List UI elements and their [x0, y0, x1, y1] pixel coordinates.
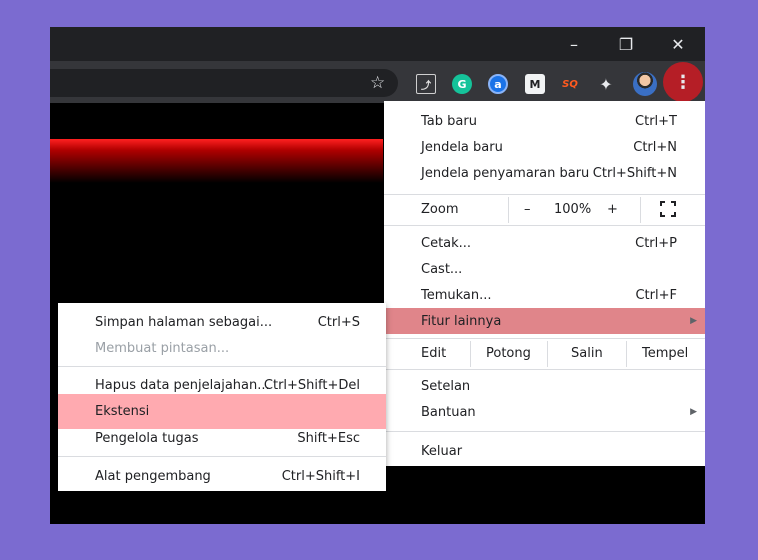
- menu-item-label: Pengelola tugas: [95, 430, 199, 446]
- menu-item-label: Temukan...: [421, 287, 492, 303]
- a-icon[interactable]: a: [488, 74, 508, 94]
- menu-item-incognito[interactable]: Jendela penyamaran baru Ctrl+Shift+N: [384, 160, 705, 186]
- menu-item-settings[interactable]: Setelan: [384, 373, 705, 399]
- menu-item-label: Hapus data penjelajahan...: [95, 377, 270, 393]
- menu-separator: [384, 369, 705, 370]
- divider: [626, 341, 627, 367]
- shortcut-label: Ctrl+F: [635, 287, 677, 303]
- menu-button[interactable]: ⋮: [663, 62, 703, 102]
- m-icon[interactable]: M: [525, 74, 545, 94]
- page-banner: [50, 139, 383, 183]
- close-button[interactable]: ✕: [655, 27, 701, 61]
- shortcut-label: Ctrl+Shift+N: [592, 165, 677, 181]
- divider: [470, 341, 471, 367]
- paste-button[interactable]: Tempel: [642, 346, 688, 361]
- fullscreen-icon[interactable]: [660, 201, 676, 217]
- menu-item-new-window[interactable]: Jendela baru Ctrl+N: [384, 134, 705, 160]
- menu-item-label: Cast...: [421, 261, 463, 277]
- menu-separator: [58, 366, 386, 367]
- shortcut-label: Ctrl+Shift+I: [281, 468, 360, 484]
- submenu-item-dev-tools[interactable]: Alat pengembang Ctrl+Shift+I: [58, 463, 386, 489]
- restore-button[interactable]: ❐: [603, 27, 649, 61]
- menu-item-label: Tab baru: [421, 113, 477, 129]
- divider: [640, 197, 641, 223]
- menu-item-label: Setelan: [421, 378, 471, 394]
- shortcut-label: Ctrl+N: [633, 139, 677, 155]
- cut-button[interactable]: Potong: [486, 346, 531, 361]
- edit-row: Edit Potong Salin Tempel: [384, 341, 705, 367]
- submenu-item-extensions[interactable]: Ekstensi: [58, 394, 386, 429]
- menu-item-label: Bantuan: [421, 404, 476, 420]
- grammarly-icon[interactable]: G: [452, 74, 472, 94]
- zoom-label: Zoom: [421, 202, 459, 217]
- menu-item-print[interactable]: Cetak... Ctrl+P: [384, 230, 705, 256]
- copy-button[interactable]: Salin: [571, 346, 603, 361]
- menu-item-help[interactable]: Bantuan ▶: [384, 399, 705, 425]
- menu-item-find[interactable]: Temukan... Ctrl+F: [384, 282, 705, 308]
- submenu-item-save-page[interactable]: Simpan halaman sebagai... Ctrl+S: [58, 309, 386, 335]
- menu-item-cast[interactable]: Cast...: [384, 256, 705, 282]
- menu-item-new-tab[interactable]: Tab baru Ctrl+T: [384, 108, 705, 134]
- shortcut-label: Ctrl+P: [635, 235, 677, 251]
- menu-item-label: Keluar: [421, 443, 463, 459]
- menu-separator: [384, 338, 705, 339]
- submenu-arrow-icon: ▶: [690, 316, 697, 326]
- shortcut-label: Ctrl+T: [635, 113, 677, 129]
- menu-item-label: Simpan halaman sebagai...: [95, 314, 273, 330]
- zoom-level: 100%: [554, 202, 592, 217]
- toolbar: ☆ ⤴ G a M SQ ✦ ⋮: [50, 61, 705, 103]
- more-tools-submenu: Simpan halaman sebagai... Ctrl+S Membuat…: [58, 303, 386, 491]
- pdf-icon[interactable]: ⤴: [416, 74, 436, 94]
- divider: [508, 197, 509, 223]
- menu-item-label: Jendela penyamaran baru: [421, 165, 590, 181]
- menu-item-label: Alat pengembang: [95, 468, 211, 484]
- bookmark-star-icon[interactable]: ☆: [370, 73, 385, 93]
- edit-label: Edit: [421, 346, 447, 361]
- minimize-button[interactable]: –: [551, 27, 597, 61]
- shortcut-label: Ctrl+S: [317, 314, 360, 330]
- shortcut-label: Shift+Esc: [297, 430, 360, 446]
- menu-item-more-tools[interactable]: Fitur lainnya ▶: [384, 308, 705, 334]
- menu-separator: [384, 431, 705, 432]
- menu-item-label: Fitur lainnya: [421, 313, 502, 329]
- submenu-item-create-shortcut: Membuat pintasan...: [58, 335, 386, 361]
- zoom-row: Zoom – 100% +: [384, 197, 705, 223]
- menu-item-label: Membuat pintasan...: [95, 340, 230, 356]
- menu-item-exit[interactable]: Keluar: [384, 438, 705, 464]
- zoom-out-button[interactable]: –: [524, 202, 531, 217]
- zoom-in-button[interactable]: +: [607, 202, 618, 217]
- submenu-arrow-icon: ▶: [690, 407, 697, 417]
- puzzle-icon[interactable]: ✦: [596, 74, 616, 94]
- title-bar: – ❐ ✕: [50, 27, 705, 61]
- address-bar[interactable]: [50, 69, 398, 97]
- main-menu: Tab baru Ctrl+T Jendela baru Ctrl+N Jend…: [384, 101, 705, 466]
- shortcut-label: Ctrl+Shift+Del: [263, 377, 360, 393]
- menu-item-label: Jendela baru: [421, 139, 503, 155]
- more-vert-icon: ⋮: [674, 71, 692, 93]
- menu-separator: [384, 194, 705, 195]
- menu-separator: [58, 456, 386, 457]
- submenu-item-task-manager[interactable]: Pengelola tugas Shift+Esc: [58, 425, 386, 451]
- avatar[interactable]: [633, 72, 657, 96]
- divider: [547, 341, 548, 367]
- menu-item-label: Ekstensi: [95, 404, 150, 419]
- sq-icon[interactable]: SQ: [560, 74, 580, 94]
- menu-separator: [384, 225, 705, 226]
- menu-item-label: Cetak...: [421, 235, 472, 251]
